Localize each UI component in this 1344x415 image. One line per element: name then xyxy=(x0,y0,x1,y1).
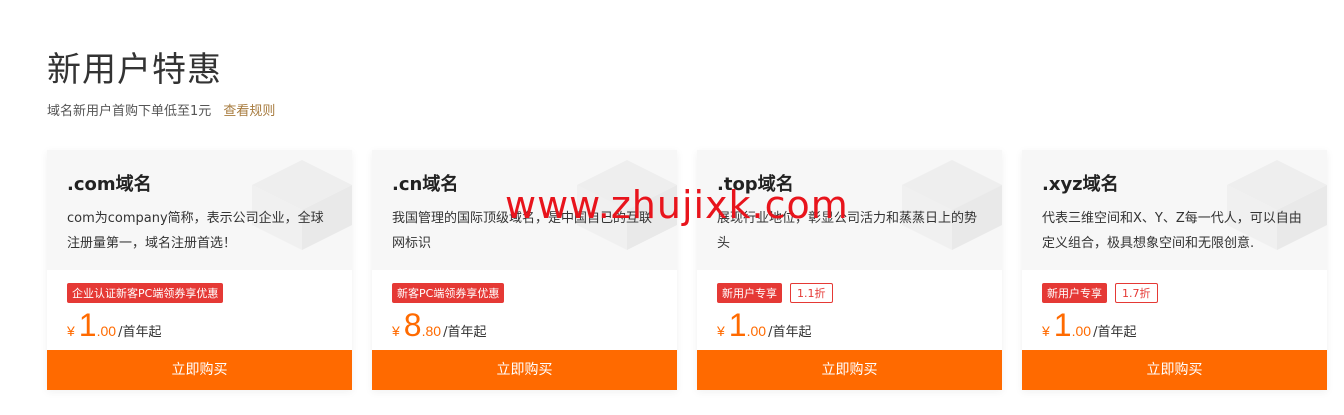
card-price: ¥ 1 .00 /首年起 xyxy=(717,308,811,342)
card-domain-name: .com域名 xyxy=(67,174,152,195)
currency-symbol: ¥ xyxy=(1042,323,1050,339)
price-decimal: .00 xyxy=(746,323,767,339)
subtitle-text: 域名新用户首购下单低至1元 xyxy=(47,104,212,119)
card-description: com为company简称，表示公司企业，全球注册量第一，域名注册首选！ xyxy=(67,211,324,251)
card-tags: 新用户专享 1.1折 xyxy=(717,283,833,303)
price-integer: 1 xyxy=(78,307,97,343)
page-subtitle: 域名新用户首购下单低至1元 查看规则 xyxy=(47,100,275,119)
buy-now-button[interactable]: 立即购买 xyxy=(1022,350,1327,390)
domain-card-com: .com域名 com为company简称，表示公司企业，全球注册量第一，域名注册… xyxy=(47,150,352,390)
buy-now-button[interactable]: 立即购买 xyxy=(697,350,1002,390)
promo-tag: 新用户专享 xyxy=(717,283,782,303)
card-tags: 新用户专享 1.7折 xyxy=(1042,283,1158,303)
currency-symbol: ¥ xyxy=(67,323,75,339)
price-unit: /首年起 xyxy=(118,325,162,340)
card-domain-name: .cn域名 xyxy=(392,174,459,195)
view-rules-link[interactable]: 查看规则 xyxy=(223,104,275,119)
price-unit: /首年起 xyxy=(1093,325,1137,340)
buy-now-button[interactable]: 立即购买 xyxy=(47,350,352,390)
promo-tag: 新客PC端领券享优惠 xyxy=(392,283,505,303)
price-decimal: .80 xyxy=(421,323,442,339)
card-price: ¥ 8 .80 /首年起 xyxy=(392,308,486,342)
currency-symbol: ¥ xyxy=(392,323,400,339)
price-integer: 8 xyxy=(403,307,422,343)
currency-symbol: ¥ xyxy=(717,323,725,339)
page-title: 新用户特惠 xyxy=(47,50,222,90)
price-integer: 1 xyxy=(1053,307,1072,343)
card-tags: 新客PC端领券享优惠 xyxy=(392,283,505,303)
card-tags: 企业认证新客PC端领券享优惠 xyxy=(67,283,224,303)
promo-tag: 企业认证新客PC端领券享优惠 xyxy=(67,283,224,303)
card-description: 代表三维空间和X、Y、Z每一代人，可以自由定义组合，极具想象空间和无限创意. xyxy=(1042,211,1302,251)
domain-card-xyz: .xyz域名 代表三维空间和X、Y、Z每一代人，可以自由定义组合，极具想象空间和… xyxy=(1022,150,1327,390)
buy-now-button[interactable]: 立即购买 xyxy=(372,350,677,390)
price-unit: /首年起 xyxy=(768,325,812,340)
card-price: ¥ 1 .00 /首年起 xyxy=(1042,308,1136,342)
discount-badge: 1.7折 xyxy=(1115,283,1158,303)
promo-tag: 新用户专享 xyxy=(1042,283,1107,303)
price-integer: 1 xyxy=(728,307,747,343)
price-decimal: .00 xyxy=(1071,323,1092,339)
card-price: ¥ 1 .00 /首年起 xyxy=(67,308,161,342)
price-decimal: .00 xyxy=(96,323,117,339)
card-domain-name: .xyz域名 xyxy=(1042,174,1119,195)
price-unit: /首年起 xyxy=(443,325,487,340)
site-watermark: www.zhujixk.com xyxy=(505,183,849,227)
discount-badge: 1.1折 xyxy=(790,283,833,303)
